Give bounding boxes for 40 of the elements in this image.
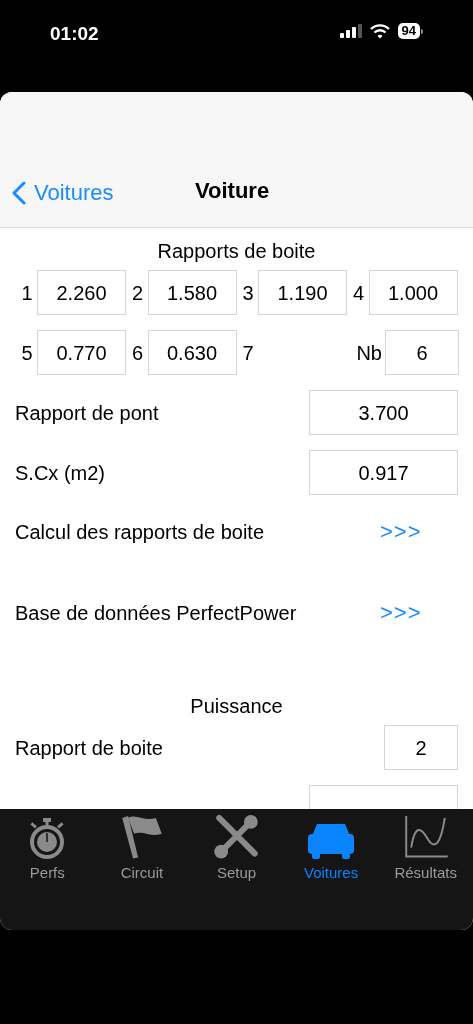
input-field[interactable]: 3.700 [309,390,458,435]
input-field[interactable]: 0.770 [37,330,126,375]
field-label: Rapport de pont [15,400,159,426]
field-label: Rapport de boite [15,735,163,761]
tab[interactable]: Setup [189,814,284,884]
input-field[interactable]: 1.000 [368,270,458,315]
tab[interactable]: Voitures [283,814,379,884]
input-field[interactable]: 6 [385,330,459,375]
input-field[interactable]: 0.917 [309,450,458,495]
gear-label: 3 [241,280,255,306]
gear-label: 4 [351,280,366,306]
input-field[interactable]: 1.190 [258,270,347,315]
field-label: Nb [356,340,382,366]
gear-label: 7 [241,340,255,366]
flag-icon [119,814,164,860]
section-title: Rapports de boite [156,239,317,264]
input-field[interactable]: 2.260 [37,270,126,315]
signal-icon [339,24,362,38]
tab[interactable]: Perfs [0,814,95,884]
chart-icon [402,814,449,860]
input-field[interactable]: 2 [384,725,458,770]
battery-indicator: 94 [397,23,423,39]
chevron-left-icon [12,180,26,205]
gear-label: 2 [130,280,145,306]
wifi-icon [369,23,390,39]
car-icon [308,821,355,860]
nav-title: Voiture [195,177,270,205]
status-time: 01:02 [50,22,99,46]
input-field[interactable]: 0.630 [147,330,237,375]
row-label: Calcul des rapports de boite [15,519,266,545]
tab[interactable]: Résultats [378,814,473,884]
row-label: Base de données PerfectPower [15,600,298,626]
gear-label: 5 [20,340,34,366]
field-label: S.Cx (m2) [15,460,105,486]
tools-icon [213,814,260,860]
gear-label: 6 [130,340,145,366]
tab[interactable]: Circuit [94,814,190,884]
section-title: Puissance [189,694,284,719]
input-field[interactable]: 1.580 [147,270,237,315]
gear-label: 1 [20,280,34,306]
